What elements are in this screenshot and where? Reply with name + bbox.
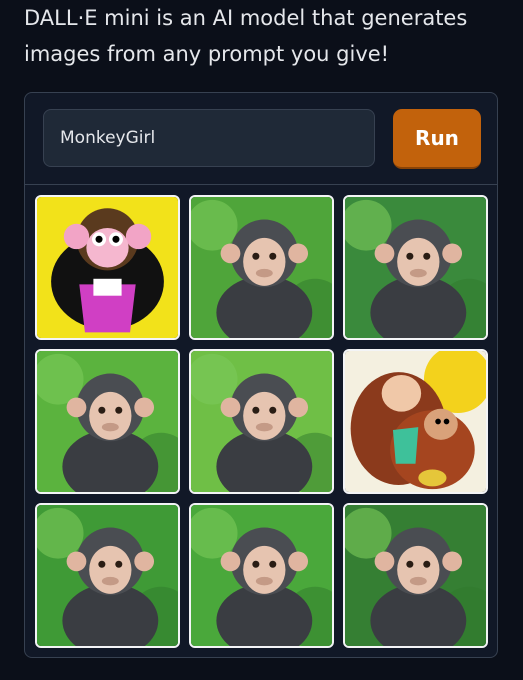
generated-image-7[interactable] [35,503,180,648]
generator-panel: Run [24,92,498,658]
generated-image-graphic [37,505,178,646]
generated-image-graphic [191,505,332,646]
generated-image-3[interactable] [343,195,488,340]
generated-image-graphic [37,197,178,338]
prompt-input[interactable] [43,109,375,167]
generated-image-5[interactable] [189,349,334,494]
generated-image-8[interactable] [189,503,334,648]
generated-image-graphic [345,197,486,338]
prompt-bar: Run [25,93,497,185]
generated-image-graphic [345,351,486,492]
intro-text: DALL·E mini is an AI model that generate… [24,6,468,66]
generated-image-graphic [191,197,332,338]
generated-image-6[interactable] [343,349,488,494]
generated-image-2[interactable] [189,195,334,340]
generated-image-1[interactable] [35,195,180,340]
generated-image-graphic [191,351,332,492]
generated-image-graphic [37,351,178,492]
results-gallery [35,195,488,648]
generated-image-9[interactable] [343,503,488,648]
run-button[interactable]: Run [393,109,481,169]
generated-image-graphic [345,505,486,646]
generated-image-4[interactable] [35,349,180,494]
